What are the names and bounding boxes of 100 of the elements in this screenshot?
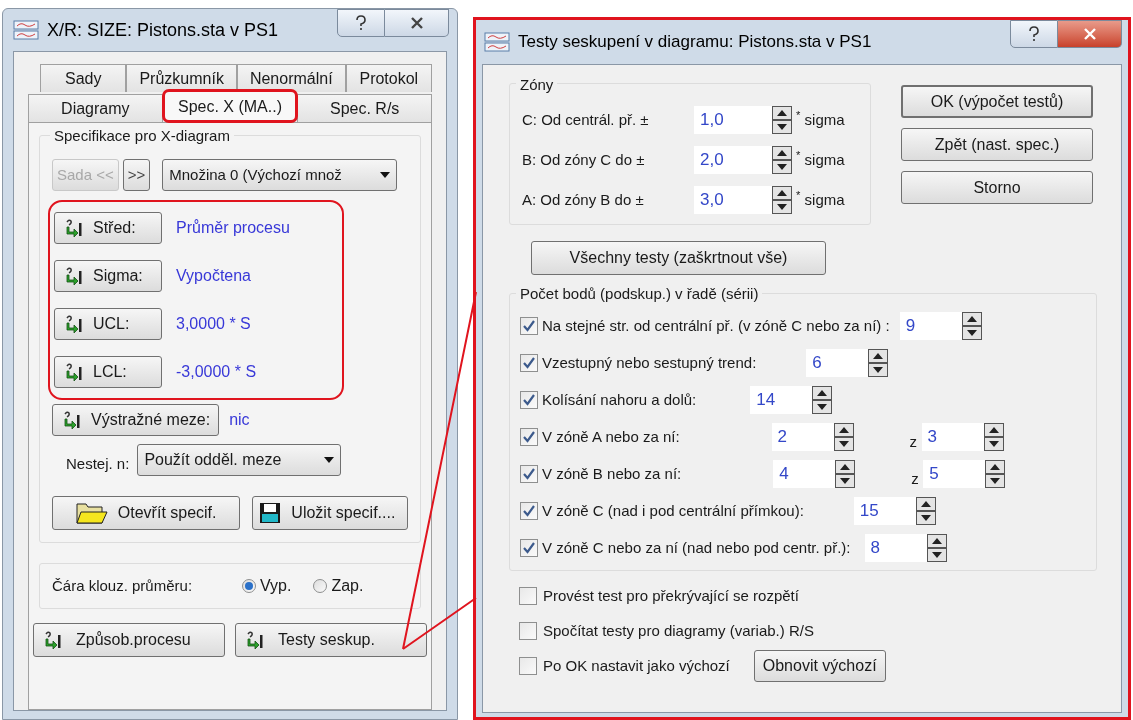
- limit-value: nic: [229, 410, 250, 430]
- tab[interactable]: Spec. R/s: [297, 94, 432, 122]
- spinner-arrows[interactable]: [926, 534, 947, 562]
- limit-button[interactable]: Sigma:: [54, 260, 162, 292]
- tab[interactable]: Protokol: [345, 64, 432, 92]
- dropdown-arrow-icon: [380, 172, 391, 178]
- window-icon: [13, 20, 39, 40]
- limit-button[interactable]: UCL:: [54, 308, 162, 340]
- close-button[interactable]: [385, 9, 449, 37]
- number-field[interactable]: 3,0: [694, 186, 772, 214]
- spinner-arrows[interactable]: [985, 460, 1006, 488]
- limit-button[interactable]: Střed:: [54, 212, 162, 244]
- checkbox[interactable]: [519, 657, 537, 675]
- folder-icon: [75, 501, 108, 525]
- checkbox[interactable]: [520, 354, 538, 372]
- dialog-button[interactable]: Zpět (nast. spec.): [901, 128, 1093, 161]
- limits-dropdown[interactable]: Použít odděl. meze: [137, 444, 342, 476]
- radio-option[interactable]: Zap.: [313, 574, 364, 598]
- window-title: X/R: SIZE: Pistons.sta v PS1: [47, 18, 279, 42]
- warning-limits-button[interactable]: Výstražné meze:: [52, 404, 220, 436]
- checkbox-label: V zóně C (nad i pod centrální přímkou):: [542, 500, 804, 521]
- checkbox-label: Vzestupný nebo sestupný trend:: [542, 352, 757, 373]
- number-field[interactable]: 3: [921, 423, 984, 451]
- nav-button[interactable]: >>: [122, 159, 151, 191]
- arrow-icon: [244, 630, 264, 650]
- field-label: B: Od zóny C do ±: [522, 149, 646, 170]
- check-all-button[interactable]: Všechny testy (zaškrtnout vše): [531, 241, 826, 275]
- tab[interactable]: Sady: [40, 64, 127, 92]
- number-field[interactable]: 2: [771, 423, 834, 451]
- checkbox[interactable]: [520, 465, 538, 483]
- floppy-icon: [259, 502, 282, 524]
- field-label: z: [909, 431, 919, 452]
- close-icon: [1082, 28, 1097, 40]
- checkbox-label: V zóně B nebo za ní:: [542, 463, 682, 484]
- spinner-arrows[interactable]: [835, 460, 856, 488]
- spinner-arrows[interactable]: [812, 386, 833, 414]
- procedure-button[interactable]: Způsob.procesu: [33, 623, 225, 657]
- checkbox[interactable]: [519, 587, 537, 605]
- tab[interactable]: Diagramy: [28, 94, 163, 122]
- number-field[interactable]: 6: [806, 349, 869, 377]
- open-button[interactable]: Otevřít specif.: [52, 496, 241, 530]
- checkbox-label: Na stejné str. od centrální př. (v zóně C nebo za ní) :: [542, 315, 890, 336]
- field-label: Nestej. n:: [66, 453, 130, 474]
- unit-label: $^{*}$ sigma: [796, 188, 845, 210]
- spinner-arrows[interactable]: [772, 186, 792, 214]
- number-field[interactable]: 1,0: [694, 106, 772, 134]
- checkbox[interactable]: [520, 502, 538, 520]
- field-label: Čára klouz. průměru:: [52, 575, 194, 596]
- tab[interactable]: Spec. X (MA..): [162, 90, 298, 122]
- spinner-arrows[interactable]: [983, 423, 1004, 451]
- number-field[interactable]: 14: [750, 386, 813, 414]
- number-field[interactable]: 9: [899, 312, 962, 340]
- checkbox[interactable]: [520, 539, 538, 557]
- checkbox[interactable]: [520, 391, 538, 409]
- limit-value: -3,0000 * S: [176, 362, 257, 382]
- arrow-icon: [42, 630, 62, 650]
- checkbox-label: Spočítat testy pro diagramy (variab.) R/S: [543, 620, 814, 641]
- unit-label: $^{*}$ sigma: [796, 148, 845, 170]
- spinner-arrows[interactable]: [772, 106, 792, 134]
- tab[interactable]: Nenormální: [236, 64, 346, 92]
- arrow-icon: [63, 218, 83, 238]
- dialog-button[interactable]: OK (výpočet testů): [901, 85, 1093, 118]
- checkbox[interactable]: [520, 317, 538, 335]
- number-field[interactable]: 5: [923, 460, 986, 488]
- close-icon: [409, 17, 424, 29]
- arrow-icon: [63, 314, 83, 334]
- limit-value: 3,0000 * S: [176, 314, 251, 334]
- spinner-arrows[interactable]: [868, 349, 889, 377]
- help-button[interactable]: [337, 9, 385, 37]
- close-button[interactable]: [1058, 20, 1122, 48]
- spinner-arrows[interactable]: [772, 146, 792, 174]
- radio-option[interactable]: Vyp.: [242, 574, 292, 598]
- limit-value: Průměr procesu: [176, 218, 290, 238]
- number-field[interactable]: 2,0: [694, 146, 772, 174]
- spinner-arrows[interactable]: [915, 497, 936, 525]
- number-field[interactable]: 8: [864, 534, 927, 562]
- save-button[interactable]: Uložit specif....: [252, 496, 408, 530]
- help-icon: [355, 15, 367, 31]
- tab[interactable]: Průzkumník: [126, 64, 237, 92]
- reset-button[interactable]: Obnovit výchozí: [753, 650, 886, 682]
- limit-button[interactable]: LCL:: [54, 356, 162, 388]
- dialog-button[interactable]: Storno: [901, 171, 1093, 204]
- number-field[interactable]: 15: [853, 497, 916, 525]
- spinner-arrows[interactable]: [833, 423, 854, 451]
- arrow-icon: [63, 266, 83, 286]
- checkbox-label: Po OK nastavit jako výchozí: [543, 655, 730, 676]
- checkbox-label: V zóně C nebo za ní (nad nebo pod centr. př.):: [542, 537, 851, 558]
- procedure-button[interactable]: Testy seskup.: [235, 623, 427, 657]
- help-icon: [1028, 26, 1040, 42]
- spinner-arrows[interactable]: [961, 312, 982, 340]
- dropdown-arrow-icon: [324, 457, 335, 463]
- checkbox[interactable]: [519, 622, 537, 640]
- window-title: Testy seskupení v diagramu: Pistons.sta v PS1: [518, 31, 872, 54]
- help-button[interactable]: [1010, 20, 1058, 48]
- number-field[interactable]: 4: [773, 460, 836, 488]
- checkbox[interactable]: [520, 428, 538, 446]
- field-label: z: [911, 468, 920, 489]
- arrow-icon: [61, 410, 81, 430]
- unit-label: $^{*}$ sigma: [796, 108, 845, 130]
- set-dropdown[interactable]: Množina 0 (Výchozí množ: [162, 159, 398, 191]
